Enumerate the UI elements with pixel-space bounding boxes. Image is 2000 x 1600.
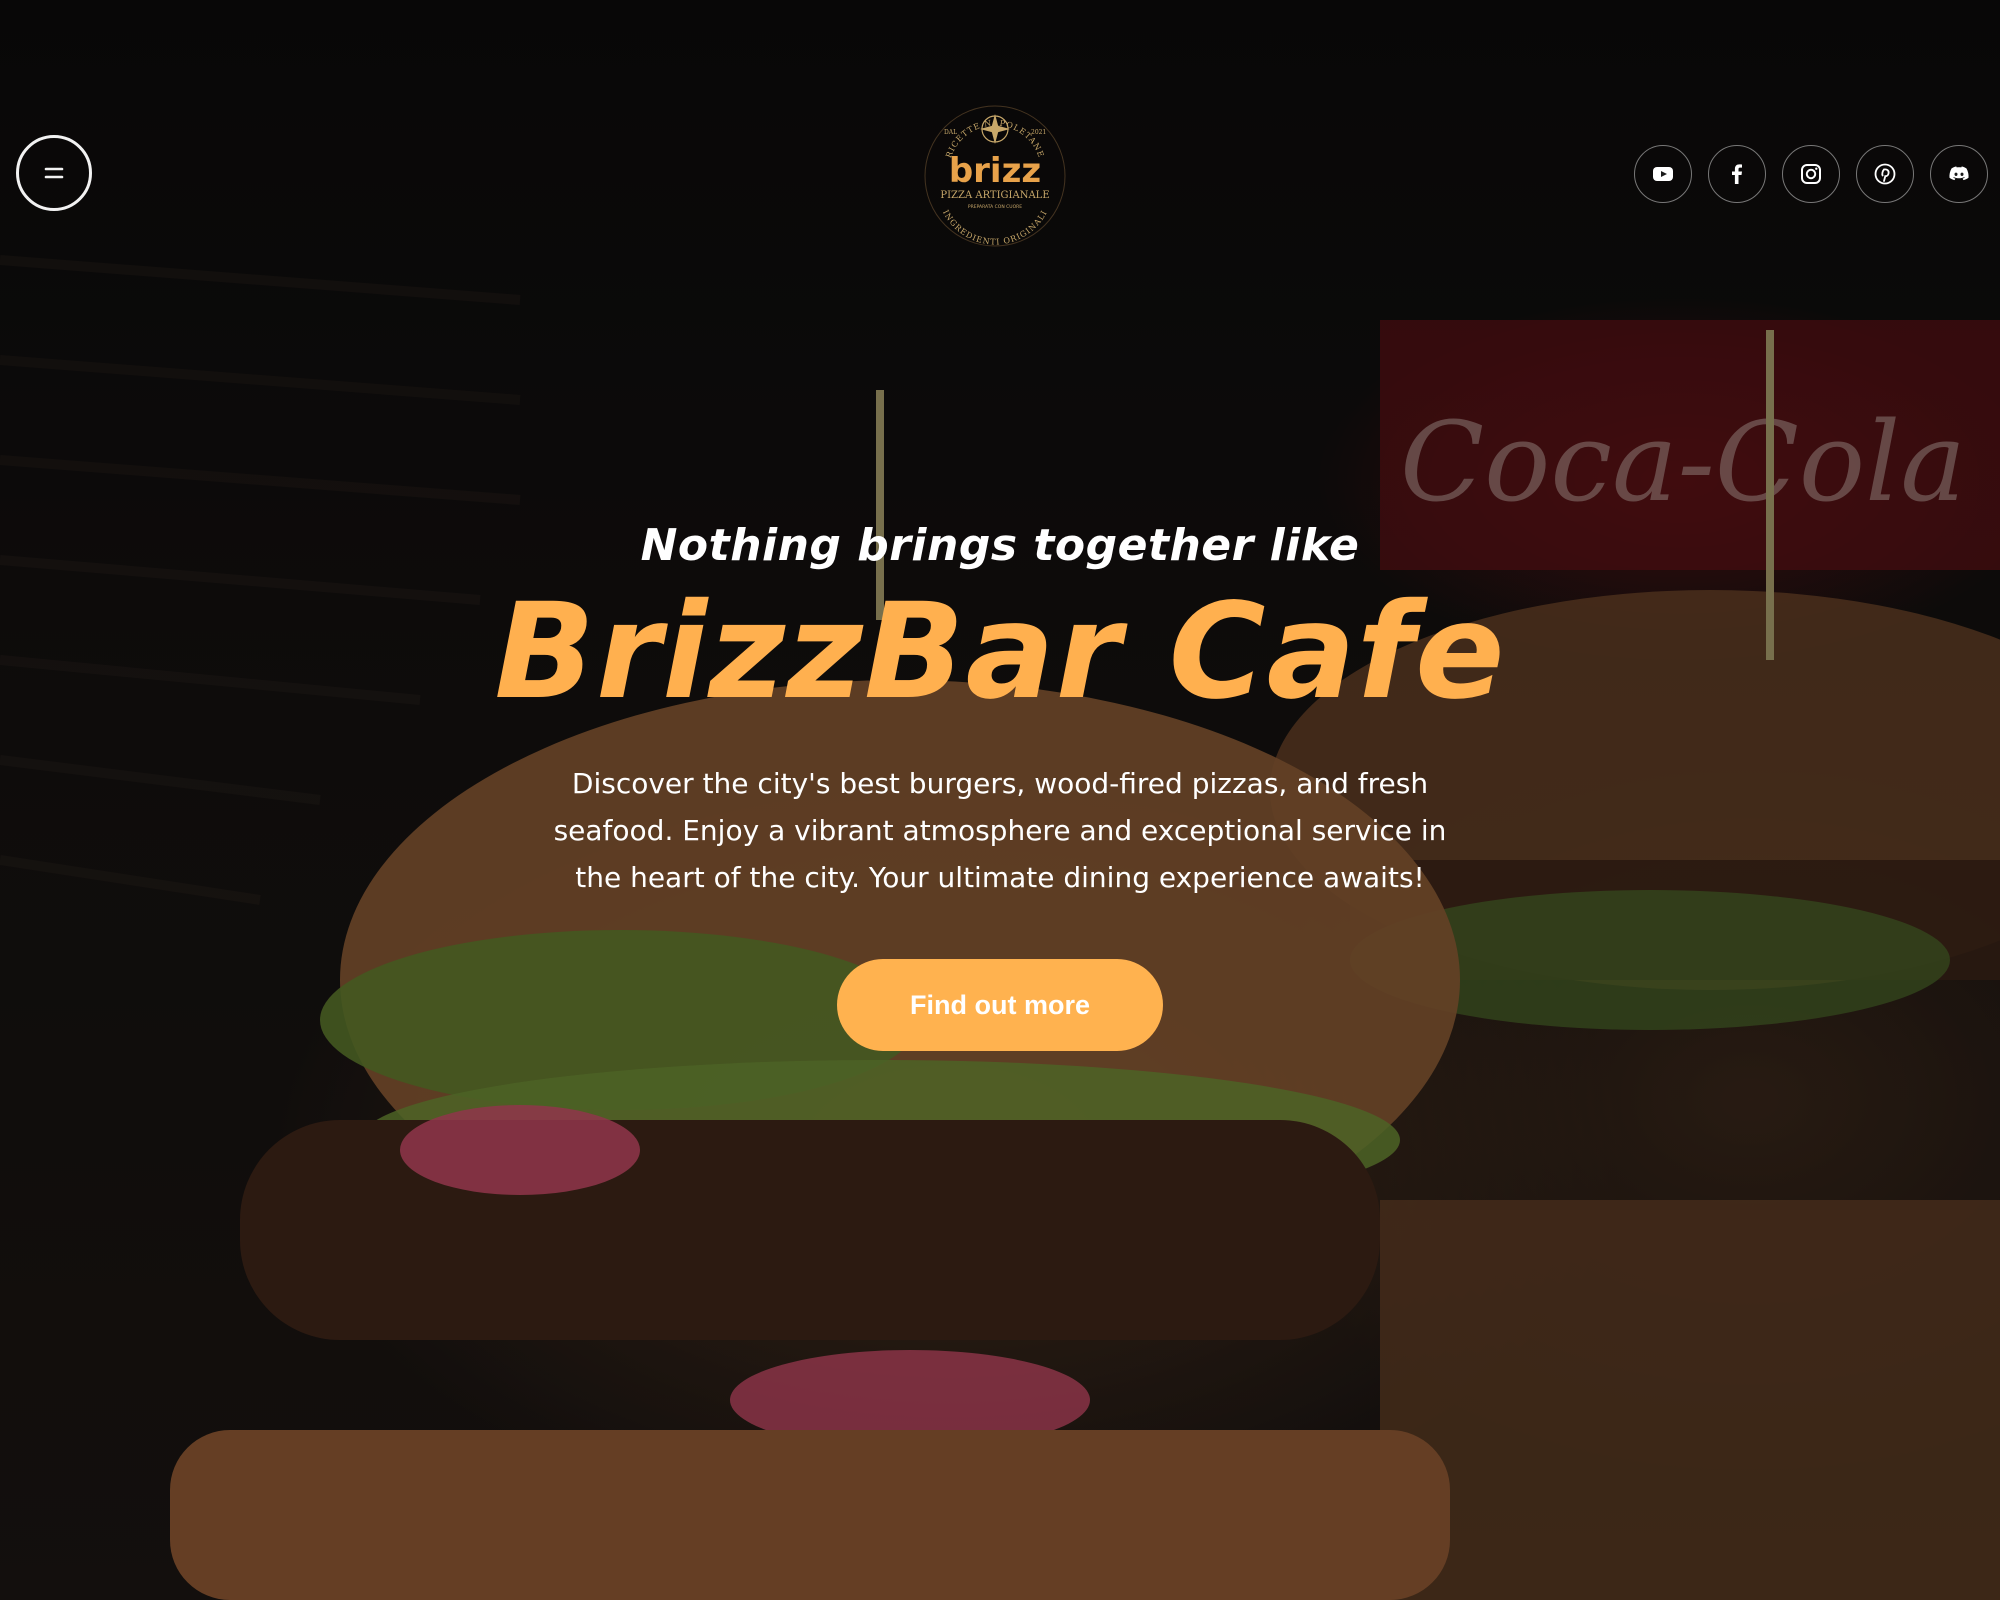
instagram-icon (1801, 164, 1821, 184)
hero-section: Coca-Cola RICETTE N POLETANE DAL 2021 br… (0, 0, 2000, 1600)
logo-subtitle: PIZZA ARTIGIANALE (940, 190, 1049, 201)
youtube-link[interactable] (1634, 145, 1692, 203)
logo-right-text: 2021 (1031, 129, 1046, 136)
logo-left-text: DAL (944, 129, 957, 136)
social-links (1634, 145, 1988, 203)
pinterest-icon (1874, 163, 1896, 185)
menu-icon (44, 167, 64, 179)
hero-content: Nothing brings together like BrizzBar Ca… (0, 520, 2000, 1051)
hero-description: Discover the city's best burgers, wood-f… (553, 766, 1447, 894)
instagram-link[interactable] (1782, 145, 1840, 203)
menu-button[interactable] (16, 135, 92, 211)
facebook-icon (1732, 164, 1742, 184)
logo-small-text: PREPARATA CON CUORE (968, 204, 1022, 210)
brizz-logo[interactable]: RICETTE NAPOLETANE DAL 2021 brizz PIZZA … (920, 92, 1070, 260)
hero-title: BrizzBar Cafe (494, 575, 1506, 729)
hero-tagline: Nothing brings together like (640, 520, 1360, 571)
youtube-icon (1653, 167, 1673, 181)
facebook-link[interactable] (1708, 145, 1766, 203)
find-out-more-button[interactable]: Find out more (837, 958, 1163, 1051)
logo-wordmark: brizz (949, 151, 1041, 191)
compass-icon (980, 114, 1010, 144)
pinterest-link[interactable] (1856, 145, 1914, 203)
discord-link[interactable] (1930, 145, 1988, 203)
discord-icon (1949, 166, 1969, 181)
svg-text:INGREDIENTI ORIGINALI: INGREDIENTI ORIGINALI (941, 208, 1049, 246)
logo-bottom-arc-text: INGREDIENTI ORIGINALI (941, 208, 1048, 246)
